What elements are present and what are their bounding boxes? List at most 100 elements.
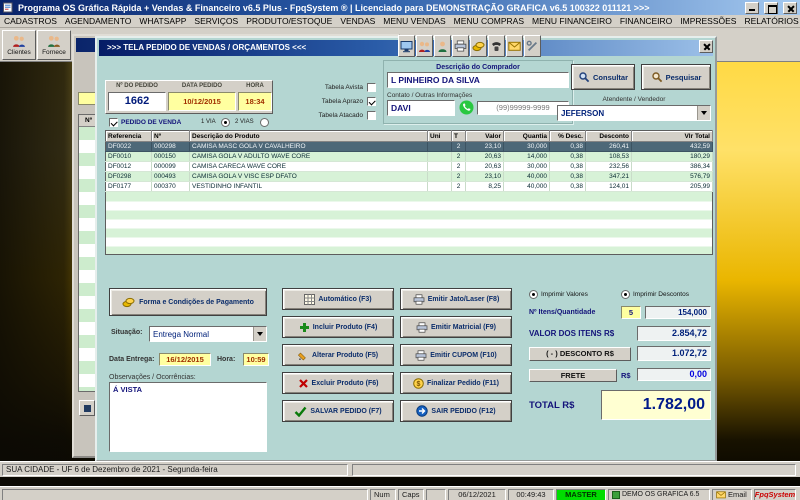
- menu-item-financeiro[interactable]: FINANCEIRO: [616, 16, 676, 26]
- toolbar-money-button[interactable]: [470, 35, 487, 57]
- menu-item-menu-financeiro[interactable]: MENU FINANCEIRO: [528, 16, 616, 26]
- sair-pedido-button[interactable]: SAIR PEDIDO (F12): [400, 400, 512, 422]
- tabela-avista-checkbox[interactable]: [367, 83, 376, 92]
- menu-item-servicos[interactable]: SERVIÇOS: [190, 16, 242, 26]
- envelope-icon: [508, 41, 521, 51]
- order-date-label: DATA PEDIDO: [181, 83, 223, 89]
- tabela-aprazo-checkbox[interactable]: [367, 97, 376, 106]
- excluir-produto-button[interactable]: Excluir Produto (F6): [282, 372, 394, 394]
- toolbar-monitor-button[interactable]: [398, 35, 415, 57]
- toolbar-printer-button[interactable]: [452, 35, 469, 57]
- finalizar-pedido-button[interactable]: $ Finalizar Pedido (F11): [400, 372, 512, 394]
- total-label: TOTAL R$: [529, 400, 575, 411]
- col-quantia[interactable]: Quantia: [503, 130, 550, 142]
- automatico-button[interactable]: Automático (F3): [282, 288, 394, 310]
- pesquisa-filter-field[interactable]: [78, 92, 96, 105]
- col-t[interactable]: T: [451, 130, 466, 142]
- menu-item-impressoes[interactable]: IMPRESSÕES: [676, 16, 740, 26]
- cell: 000370: [151, 181, 190, 192]
- whatsapp-button[interactable]: [459, 100, 474, 120]
- table-row[interactable]: DF0298 000493 CAMISA GOLA V VISC ESP DFATO…: [105, 171, 713, 182]
- emitir-jato-button[interactable]: Emitir Jato/Laser (F8): [400, 288, 512, 310]
- imprimir-valores-radio[interactable]: [529, 290, 538, 299]
- minimize-button[interactable]: [745, 1, 759, 14]
- col-desconto[interactable]: Desconto: [585, 130, 632, 142]
- salvar-pedido-button[interactable]: SALVAR PEDIDO (F7): [282, 400, 394, 422]
- people-icon: [419, 41, 430, 52]
- frete-label: FRETE: [529, 369, 617, 382]
- phone-input[interactable]: (99)99999-9999: [477, 101, 569, 115]
- cell: 0,38: [549, 151, 586, 162]
- hora-entrega-value[interactable]: 10:59: [243, 353, 269, 366]
- col-desc-pct[interactable]: % Desc.: [549, 130, 586, 142]
- menu-item-vendas[interactable]: VENDAS: [336, 16, 379, 26]
- cell: DF0012: [105, 161, 152, 172]
- menu-item-relatorios[interactable]: RELATÓRIOS: [740, 16, 800, 26]
- menu-item-menu-vendas[interactable]: MENU VENDAS: [379, 16, 449, 26]
- fornecedor-toolbar-button[interactable]: Fornece: [37, 30, 71, 60]
- situacao-value: Entrega Normal: [153, 329, 210, 339]
- incluir-produto-button[interactable]: Incluir Produto (F4): [282, 316, 394, 338]
- chevron-down-icon: [257, 332, 263, 336]
- col-numero[interactable]: Nº: [151, 130, 190, 142]
- forma-pagamento-button[interactable]: Forma e Condições de Pagamento: [109, 288, 267, 316]
- col-vlr-total[interactable]: Vlr Total: [631, 130, 713, 142]
- order-number-value[interactable]: 1662: [108, 92, 166, 111]
- cell: 14,000: [503, 151, 550, 162]
- emitir-cupom-button[interactable]: Emitir CUPOM (F10): [400, 344, 512, 366]
- consultar-button[interactable]: Consultar: [571, 64, 635, 90]
- menu-item-whatsapp[interactable]: WHATSAPP: [135, 16, 190, 26]
- buyer-name-input[interactable]: L PINHEIRO DA SILVA: [387, 72, 569, 88]
- imprimir-descontos-radio[interactable]: [621, 290, 630, 299]
- pedido-venda-checkbox[interactable]: [109, 118, 118, 127]
- table-row[interactable]: DF0012 000099 CAMISA CARECA WAVE CORE 2 20,6…: [105, 161, 713, 172]
- close-button[interactable]: [783, 1, 797, 14]
- status-brand: FpqSystem: [754, 489, 796, 500]
- via1-label: 1 VIA: [201, 119, 216, 125]
- menu-item-agendamento[interactable]: AGENDAMENTO: [61, 16, 135, 26]
- atendente-dropdown-button[interactable]: [697, 106, 710, 120]
- menu-item-menu-compras[interactable]: MENU COMPRAS: [450, 16, 528, 26]
- atendente-label: Atendente / Vendedor: [602, 96, 666, 103]
- toolbar-tools-button[interactable]: [524, 35, 541, 57]
- table-row[interactable]: DF0010 000150 CAMISA GOLA V ADULTO WAVE CO…: [105, 151, 713, 162]
- data-entrega-value[interactable]: 16/12/2015: [159, 353, 211, 366]
- clientes-toolbar-button[interactable]: Clientes: [2, 30, 36, 60]
- pesquisa-button[interactable]: [79, 400, 95, 416]
- toolbar-clients-button[interactable]: [416, 35, 433, 57]
- atendente-dropdown[interactable]: JEFERSON: [557, 105, 711, 121]
- menu-item-cadastros[interactable]: CADASTROS: [0, 16, 61, 26]
- frete-value[interactable]: 0,00: [637, 368, 711, 381]
- dialog-close-button[interactable]: [699, 40, 713, 53]
- observacoes-textarea[interactable]: Á VISTA: [109, 382, 267, 452]
- situacao-dropdown[interactable]: Entrega Normal: [149, 326, 267, 342]
- col-descricao[interactable]: Descrição do Produto: [189, 130, 428, 142]
- pesquisar-button[interactable]: Pesquisar: [641, 64, 711, 90]
- toolbar-email-button[interactable]: [506, 35, 523, 57]
- toolbar-phone-button[interactable]: [488, 35, 505, 57]
- svg-text:$: $: [417, 381, 421, 388]
- situacao-dropdown-button[interactable]: [253, 327, 266, 341]
- col-valor[interactable]: Valor: [465, 130, 504, 142]
- menu-item-produto-estoque[interactable]: PRODUTO/ESTOQUE: [242, 16, 336, 26]
- contact-input[interactable]: DAVI: [387, 100, 455, 116]
- col-uni[interactable]: Uni: [427, 130, 452, 142]
- order-time-value[interactable]: 18:34: [238, 92, 272, 111]
- table-row-selected[interactable]: DF0022 000298 CAMISA MASC GOLA V CAVALHEIR…: [105, 141, 713, 152]
- col-referencia[interactable]: Referencia: [105, 130, 152, 142]
- toolbar-person-button[interactable]: [434, 35, 451, 57]
- cell: 260,41: [585, 141, 632, 152]
- table-row[interactable]: DF0177 000370 VESTIDINHO INFANTIL 2 8,25 40,0…: [105, 181, 713, 192]
- emitir-matricial-button[interactable]: Emitir Matricial (F9): [400, 316, 512, 338]
- status-email[interactable]: Email: [712, 489, 752, 500]
- via2-radio[interactable]: [260, 118, 269, 127]
- cell: 347,21: [585, 171, 632, 182]
- cell: CAMISA GOLA V VISC ESP DFATO: [189, 171, 428, 182]
- cell: 180,29: [631, 151, 713, 162]
- alterar-produto-button[interactable]: Alterar Produto (F5): [282, 344, 394, 366]
- maximize-button[interactable]: [764, 1, 778, 14]
- via1-radio[interactable]: [221, 118, 230, 127]
- tabela-atacado-checkbox[interactable]: [367, 111, 376, 120]
- order-date-value[interactable]: 10/12/2015: [168, 92, 236, 111]
- cell: 000150: [151, 151, 190, 162]
